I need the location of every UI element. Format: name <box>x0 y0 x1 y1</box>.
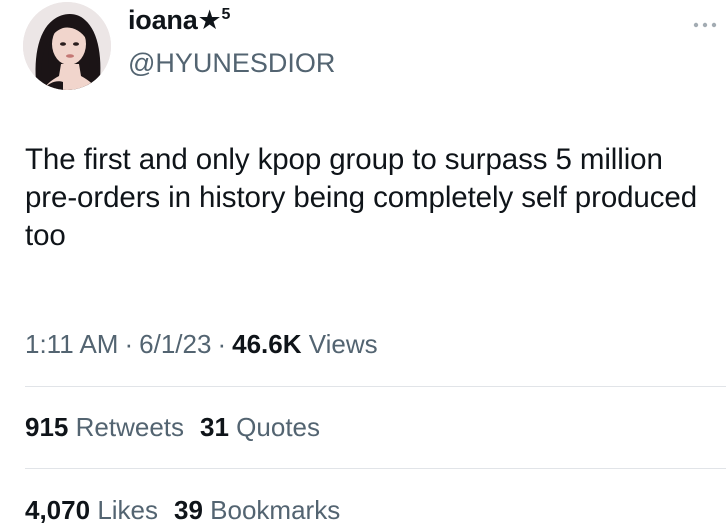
tweet-date[interactable]: 6/1/23 <box>139 329 211 359</box>
display-name-superscript: 5 <box>221 6 231 23</box>
tweet-meta: 1:11 AM · 6/1/23 · 46.6K Views <box>25 328 378 360</box>
quotes-label: Quotes <box>236 412 320 442</box>
meta-separator: · <box>124 329 134 359</box>
bookmarks-label: Bookmarks <box>210 495 341 525</box>
divider <box>25 468 726 469</box>
views-count: 46.6K <box>232 329 302 359</box>
stats-row-retweets-quotes: 915 Retweets 31 Quotes <box>25 411 320 443</box>
retweets-label: Retweets <box>75 412 185 442</box>
more-horizontal-icon[interactable] <box>690 18 720 32</box>
likes-count: 4,070 <box>25 495 91 525</box>
tweet-time[interactable]: 1:11 AM <box>25 329 118 359</box>
meta-separator: · <box>217 329 227 359</box>
views-label: Views <box>308 329 378 359</box>
divider <box>25 386 726 387</box>
bookmarks-count: 39 <box>174 495 203 525</box>
display-name[interactable]: ioana★5 <box>128 4 230 41</box>
user-handle[interactable]: @HYUNESDIOR <box>128 47 335 79</box>
tweet-card: ioana★5 @HYUNESDIOR The first and only k… <box>0 0 726 527</box>
quotes-count: 31 <box>200 412 229 442</box>
profile-photo-avatar <box>23 2 111 90</box>
retweets-stat[interactable]: 915 Retweets <box>25 412 184 442</box>
likes-label: Likes <box>97 495 159 525</box>
likes-stat[interactable]: 4,070 Likes <box>25 495 158 525</box>
display-name-text: ioana★ <box>128 5 222 35</box>
quotes-stat[interactable]: 31 Quotes <box>200 412 320 442</box>
retweets-count: 915 <box>25 412 69 442</box>
avatar[interactable] <box>23 2 111 90</box>
tweet-text: The first and only kpop group to surpass… <box>25 143 698 252</box>
stats-row-likes-bookmarks: 4,070 Likes 39 Bookmarks <box>25 494 340 526</box>
bookmarks-stat[interactable]: 39 Bookmarks <box>174 495 340 525</box>
